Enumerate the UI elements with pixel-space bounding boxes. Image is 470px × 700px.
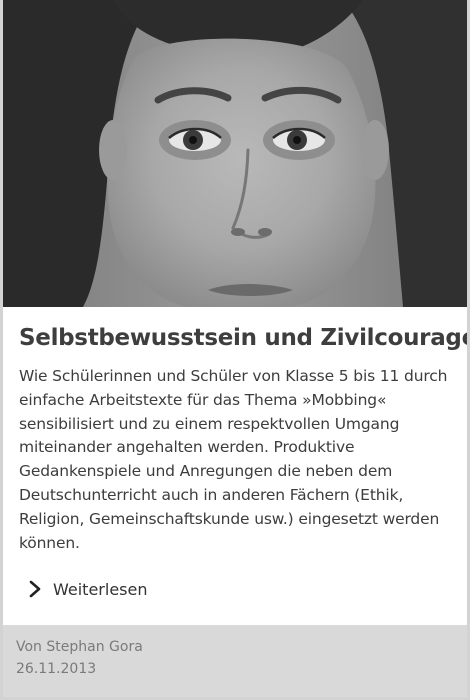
article-card: Selbstbewusstsein und Zivilcourage Wie S… xyxy=(0,0,470,700)
author-text: Von Stephan Gora xyxy=(16,639,143,655)
article-footer: Von Stephan Gora 26.11.2013 xyxy=(3,625,467,697)
portrait-photo xyxy=(3,0,467,307)
chevron-right-icon xyxy=(29,581,41,598)
publish-date: 26.11.2013 xyxy=(16,661,97,677)
article-image[interactable] xyxy=(3,0,467,307)
article-body: Selbstbewusstsein und Zivilcourage Wie S… xyxy=(3,307,467,599)
read-more-link[interactable]: Weiterlesen xyxy=(27,579,167,599)
article-title[interactable]: Selbstbewusstsein und Zivilcourage xyxy=(19,323,467,353)
article-teaser: Wie Schülerinnen und Schüler von Klasse … xyxy=(19,367,448,552)
read-more-label: Weiterlesen xyxy=(53,579,148,599)
